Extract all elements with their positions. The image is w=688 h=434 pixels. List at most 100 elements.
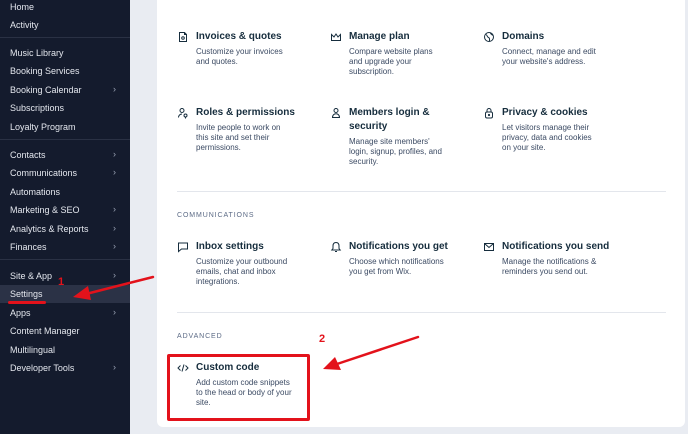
sidebar-item-label: Finances	[10, 242, 47, 252]
globe-icon	[483, 31, 495, 43]
sidebar-item-loyalty-program[interactable]: Loyalty Program	[0, 118, 130, 136]
card-manage-plan[interactable]: Manage plan Compare website plans and up…	[330, 30, 470, 80]
person-icon	[330, 107, 342, 119]
card-domains[interactable]: Domains Connect, manage and edit your we…	[483, 30, 623, 80]
card-desc-line: Choose which notifications	[349, 257, 444, 266]
sidebar-item-label: Analytics & Reports	[10, 224, 89, 234]
annotation-marker-2: 2	[319, 333, 326, 345]
card-inbox-settings[interactable]: Inbox settings Customize your outbound e…	[177, 240, 317, 290]
sidebar-item-label: Communications	[10, 168, 78, 178]
sidebar-item-label: Apps	[10, 308, 31, 318]
annotation-underline-settings	[8, 301, 46, 304]
card-desc-line: and quotes.	[196, 57, 238, 66]
card-desc-line: emails, chat and inbox	[196, 267, 276, 276]
sidebar-item-multilingual[interactable]: Multilingual	[0, 341, 130, 359]
card-desc-line: security.	[349, 157, 379, 166]
section-divider	[177, 191, 666, 192]
chevron-right-icon: ›	[113, 307, 116, 317]
sidebar-item-label: Settings	[10, 289, 43, 299]
card-roles-permissions[interactable]: Roles & permissions Invite people to wor…	[177, 106, 317, 156]
sidebar-item-home[interactable]: Home	[0, 0, 130, 16]
sidebar-item-label: Home	[10, 2, 35, 12]
card-desc-line: integrations.	[196, 277, 240, 286]
chat-icon	[177, 241, 189, 253]
chevron-right-icon: ›	[113, 149, 116, 159]
card-desc-line: you get from Wix.	[349, 267, 412, 276]
card-title: Manage plan	[349, 31, 410, 42]
card-desc-line: this site and set their	[196, 133, 270, 142]
card-desc-line: privacy, data and cookies	[502, 133, 592, 142]
sidebar-item-content-manager[interactable]: Content Manager	[0, 322, 130, 340]
annotation-marker-1: 1	[58, 276, 65, 288]
card-desc-line: Compare website plans	[349, 47, 433, 56]
sidebar-item-booking-services[interactable]: Booking Services	[0, 62, 130, 80]
card-title: Members login & security	[349, 107, 430, 132]
sidebar-item-label: Multilingual	[10, 345, 56, 355]
card-desc-line: reminders you send out.	[502, 267, 588, 276]
sidebar-item-finances[interactable]: Finances ›	[0, 238, 130, 256]
sidebar-item-contacts[interactable]: Contacts ›	[0, 146, 130, 164]
sidebar-divider	[0, 37, 130, 38]
card-notifications-you-send[interactable]: Notifications you send Manage the notifi…	[483, 240, 623, 290]
sidebar-divider	[0, 259, 130, 260]
sidebar-item-label: Marketing & SEO	[10, 205, 80, 215]
card-desc-line: Customize your invoices	[196, 47, 283, 56]
invoice-icon	[177, 31, 189, 43]
section-divider	[177, 312, 666, 313]
lock-icon	[483, 107, 495, 119]
sidebar-item-label: Booking Calendar	[10, 85, 82, 95]
sidebar-item-activity[interactable]: Activity	[0, 16, 130, 34]
chevron-right-icon: ›	[113, 362, 116, 372]
sidebar-item-label: Booking Services	[10, 66, 80, 76]
sidebar-item-subscriptions[interactable]: Subscriptions	[0, 99, 130, 117]
card-desc-line: Manage site members'	[349, 137, 430, 146]
sidebar-item-label: Music Library	[10, 48, 64, 58]
card-privacy-cookies[interactable]: Privacy & cookies Let visitors manage th…	[483, 106, 623, 156]
card-title: Notifications you send	[502, 241, 610, 252]
bell-icon	[330, 241, 342, 253]
chevron-right-icon: ›	[113, 84, 116, 94]
card-title: Domains	[502, 31, 545, 42]
sidebar: Home Activity Music Library Booking Serv…	[0, 0, 130, 434]
card-desc-line: Customize your outbound	[196, 257, 288, 266]
card-title: Privacy & cookies	[502, 107, 588, 118]
chevron-right-icon: ›	[113, 270, 116, 280]
card-desc-line: Manage the notifications &	[502, 257, 597, 266]
sidebar-item-site-app[interactable]: Site & App ›	[0, 267, 130, 285]
card-desc-line: Invite people to work on	[196, 123, 281, 132]
sidebar-item-developer-tools[interactable]: Developer Tools ›	[0, 359, 130, 377]
card-desc-line: permissions.	[196, 143, 241, 152]
section-label-communications: COMMUNICATIONS	[177, 212, 255, 219]
sidebar-item-label: Site & App	[10, 271, 53, 281]
card-desc-line: on your site.	[502, 143, 546, 152]
sidebar-item-label: Subscriptions	[10, 103, 65, 113]
card-title: Notifications you get	[349, 241, 448, 252]
chevron-right-icon: ›	[113, 241, 116, 251]
chevron-right-icon: ›	[113, 204, 116, 214]
user-key-icon	[177, 107, 189, 119]
card-title: Invoices & quotes	[196, 31, 282, 42]
card-desc-line: login, signup, profiles, and	[349, 147, 442, 156]
sidebar-item-label: Loyalty Program	[10, 122, 76, 132]
card-members-login-security[interactable]: Members login & security Manage site mem…	[330, 106, 470, 168]
sidebar-item-analytics-reports[interactable]: Analytics & Reports ›	[0, 220, 130, 238]
sidebar-item-communications[interactable]: Communications ›	[0, 164, 130, 182]
chevron-right-icon: ›	[113, 223, 116, 233]
sidebar-item-label: Automations	[10, 187, 61, 197]
card-desc-line: and upgrade your	[349, 57, 412, 66]
sidebar-item-apps[interactable]: Apps ›	[0, 304, 130, 322]
card-notifications-you-get[interactable]: Notifications you get Choose which notif…	[330, 240, 470, 290]
sidebar-item-marketing-seo[interactable]: Marketing & SEO ›	[0, 201, 130, 219]
sidebar-item-booking-calendar[interactable]: Booking Calendar ›	[0, 81, 130, 99]
sidebar-item-automations[interactable]: Automations	[0, 183, 130, 201]
card-invoices-quotes[interactable]: Invoices & quotes Customize your invoice…	[177, 30, 317, 80]
sidebar-divider	[0, 139, 130, 140]
chevron-right-icon: ›	[113, 167, 116, 177]
sidebar-item-music-library[interactable]: Music Library	[0, 44, 130, 62]
envelope-icon	[483, 241, 495, 253]
crown-icon	[330, 31, 342, 43]
sidebar-item-label: Developer Tools	[10, 363, 75, 373]
section-label-advanced: ADVANCED	[177, 333, 223, 340]
sidebar-item-label: Activity	[10, 20, 39, 30]
sidebar-item-label: Contacts	[10, 150, 46, 160]
